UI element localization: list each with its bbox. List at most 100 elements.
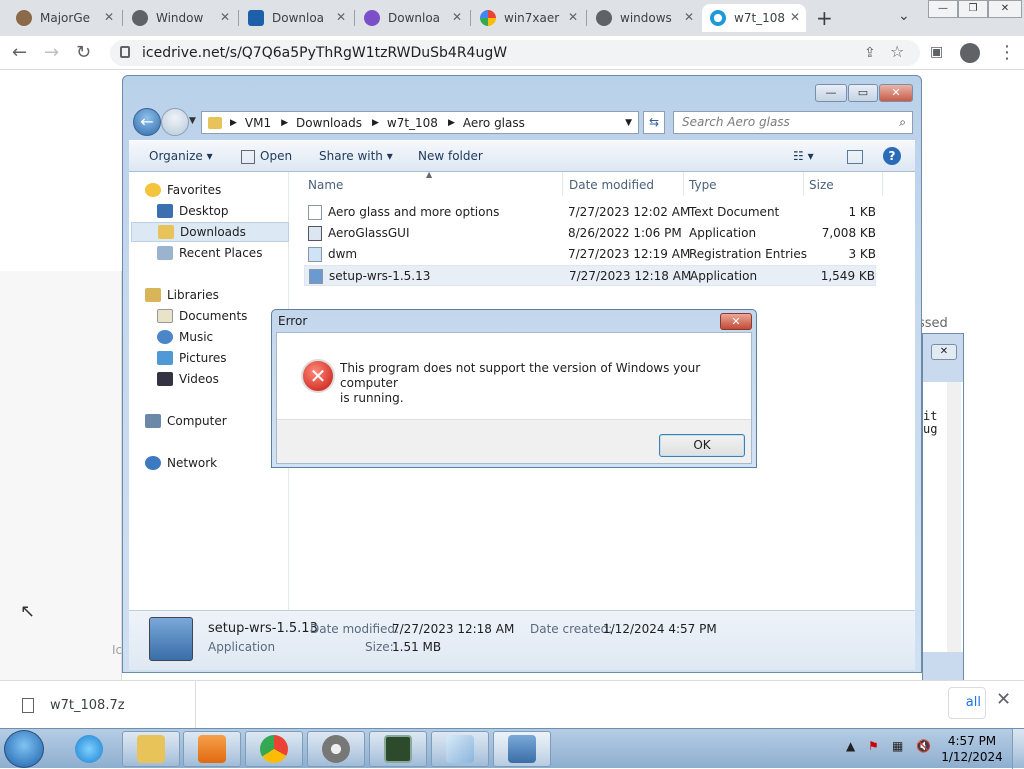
close-icon[interactable]: ✕ bbox=[931, 344, 957, 360]
help-icon[interactable]: ? bbox=[883, 147, 901, 165]
download-site-favicon-icon bbox=[248, 10, 264, 26]
internet-explorer-icon bbox=[75, 735, 103, 763]
forward-arrow-icon[interactable] bbox=[161, 108, 189, 136]
column-header-size[interactable]: Size bbox=[809, 178, 834, 192]
tab-label: Downloa bbox=[272, 11, 325, 25]
folder-icon bbox=[137, 735, 165, 763]
taskbar-notepad[interactable] bbox=[431, 731, 489, 767]
start-button[interactable] bbox=[4, 730, 44, 768]
close-tab-icon[interactable]: ✕ bbox=[684, 10, 694, 24]
search-input[interactable]: Search Aero glass ⌕ bbox=[673, 111, 913, 134]
profile-avatar-icon[interactable] bbox=[960, 43, 980, 63]
installer-icon bbox=[508, 735, 536, 763]
mouse-cursor-icon: ↖ bbox=[20, 601, 36, 622]
tab-windows[interactable]: Window ✕ bbox=[124, 4, 236, 32]
tab-label: win7xaer bbox=[504, 11, 560, 25]
close-tab-icon[interactable]: ✕ bbox=[336, 10, 346, 24]
action-center-flag-icon[interactable]: ⚑ bbox=[868, 739, 879, 753]
tab-w7t-active[interactable]: w7t_108 ✕ bbox=[702, 4, 806, 32]
minimize-icon[interactable]: — bbox=[815, 84, 847, 102]
close-tab-icon[interactable]: ✕ bbox=[790, 10, 800, 24]
show-all-button[interactable]: all bbox=[948, 687, 986, 719]
tab-search-chevron-icon[interactable]: ⌄ bbox=[898, 8, 910, 24]
column-header-type[interactable]: Type bbox=[689, 178, 717, 192]
bookmark-star-icon[interactable]: ☆ bbox=[890, 42, 904, 61]
forward-arrow-icon[interactable]: → bbox=[44, 42, 59, 63]
view-options-icon[interactable]: ☷ ▾ bbox=[793, 149, 814, 163]
maximize-icon[interactable]: ▭ bbox=[848, 84, 878, 102]
new-folder-button[interactable]: New folder bbox=[418, 149, 483, 163]
ok-button[interactable]: OK bbox=[659, 434, 745, 457]
refresh-icon[interactable]: ⇆ bbox=[643, 111, 665, 134]
taskbar-installer[interactable] bbox=[493, 731, 551, 767]
column-header-date[interactable]: Date modified bbox=[569, 178, 654, 192]
address-bar[interactable]: icedrive.net/s/Q7Q6a5PyThRgW1tzRWDuSb4R4… bbox=[110, 40, 920, 66]
scrollbar[interactable] bbox=[947, 382, 961, 652]
tab-majorgeeks[interactable]: MajorGe ✕ bbox=[8, 4, 120, 32]
tab-download-1[interactable]: Downloa ✕ bbox=[240, 4, 352, 32]
lock-icon[interactable] bbox=[120, 46, 130, 58]
share-icon[interactable]: ⇪ bbox=[864, 45, 876, 61]
dialog-title: Error bbox=[278, 314, 308, 328]
breadcrumb-vm1[interactable]: VM1 bbox=[245, 116, 271, 130]
nav-favorites[interactable]: Favorites bbox=[145, 180, 303, 200]
star-icon bbox=[145, 183, 161, 197]
volume-muted-icon[interactable]: 🔇 bbox=[916, 739, 931, 753]
clock[interactable]: 4:57 PM 1/12/2024 bbox=[940, 733, 1004, 765]
taskbar-explorer[interactable] bbox=[122, 731, 180, 767]
side-panel-icon[interactable]: ▣ bbox=[930, 44, 943, 60]
taskbar: ▲ ⚑ ▦ 🔇 4:57 PM 1/12/2024 bbox=[0, 728, 1024, 769]
preview-pane-icon[interactable] bbox=[847, 150, 863, 164]
back-arrow-icon[interactable]: ← bbox=[12, 42, 27, 63]
more-menu-icon[interactable]: ⋮ bbox=[998, 42, 1016, 63]
taskbar-media-player[interactable] bbox=[183, 731, 241, 767]
column-header-name[interactable]: Name bbox=[308, 178, 343, 192]
close-tab-icon[interactable]: ✕ bbox=[452, 10, 462, 24]
open-button[interactable]: Open bbox=[260, 149, 292, 163]
breadcrumb-downloads[interactable]: Downloads bbox=[296, 116, 362, 130]
tab-download-2[interactable]: Downloa ✕ bbox=[356, 4, 468, 32]
tab-windows-2[interactable]: windows ✕ bbox=[588, 4, 700, 32]
console-text: it ug bbox=[923, 409, 938, 436]
breadcrumb-w7t[interactable]: w7t_108 bbox=[387, 116, 438, 130]
nav-downloads[interactable]: Downloads bbox=[131, 222, 289, 242]
background-window-content: it ug bbox=[923, 382, 963, 652]
back-arrow-icon[interactable]: ← bbox=[133, 108, 161, 136]
globe-icon bbox=[132, 10, 148, 26]
show-hidden-icons-icon[interactable]: ▲ bbox=[846, 739, 855, 753]
taskbar-settings[interactable] bbox=[307, 731, 365, 767]
nav-libraries[interactable]: Libraries bbox=[145, 285, 303, 305]
recent-pages-chevron-icon[interactable]: ▼ bbox=[189, 116, 196, 126]
file-row-selected[interactable]: setup-wrs-1.5.13 7/27/2023 12:18 AM Appl… bbox=[304, 265, 876, 286]
details-date-created: 1/12/2024 4:57 PM bbox=[603, 622, 717, 636]
breadcrumb[interactable]: ▶ VM1 ▶ Downloads ▶ w7t_108 ▶ Aero glass… bbox=[201, 111, 639, 134]
taskbar-ie[interactable] bbox=[62, 731, 116, 767]
web-fragment-text: ssed bbox=[918, 316, 948, 331]
new-tab-button[interactable]: + bbox=[816, 6, 833, 30]
address-dropdown-icon[interactable]: ▼ bbox=[625, 118, 632, 128]
majorgeeks-favicon-icon bbox=[16, 10, 32, 26]
reload-icon[interactable]: ↻ bbox=[76, 42, 91, 63]
taskbar-task-manager[interactable] bbox=[369, 731, 427, 767]
download-item[interactable]: w7t_108.7z bbox=[0, 681, 196, 729]
share-with-button[interactable]: Share with ▾ bbox=[319, 149, 393, 163]
close-tab-icon[interactable]: ✕ bbox=[220, 10, 230, 24]
network-tray-icon[interactable]: ▦ bbox=[892, 739, 903, 753]
file-row[interactable]: AeroGlassGUI 8/26/2022 1:06 PM Applicati… bbox=[304, 223, 876, 244]
restore-icon[interactable]: ❐ bbox=[958, 0, 988, 18]
minimize-icon[interactable]: — bbox=[928, 0, 958, 18]
registry-file-icon bbox=[308, 247, 322, 262]
organize-button[interactable]: Organize ▾ bbox=[149, 149, 213, 163]
taskbar-chrome[interactable] bbox=[245, 731, 303, 767]
show-desktop-button[interactable] bbox=[1012, 729, 1024, 769]
tab-google-search[interactable]: win7xaer ✕ bbox=[472, 4, 584, 32]
close-tab-icon[interactable]: ✕ bbox=[104, 10, 114, 24]
breadcrumb-aero-glass[interactable]: Aero glass bbox=[463, 116, 525, 130]
file-row[interactable]: Aero glass and more options 7/27/2023 12… bbox=[304, 202, 876, 223]
file-row[interactable]: dwm 7/27/2023 12:19 AM Registration Entr… bbox=[304, 244, 876, 265]
close-icon[interactable]: ✕ bbox=[720, 313, 752, 330]
close-tab-icon[interactable]: ✕ bbox=[568, 10, 578, 24]
close-icon[interactable]: ✕ bbox=[996, 689, 1011, 710]
close-window-icon[interactable]: ✕ bbox=[879, 84, 913, 102]
close-window-icon[interactable]: ✕ bbox=[988, 0, 1022, 18]
